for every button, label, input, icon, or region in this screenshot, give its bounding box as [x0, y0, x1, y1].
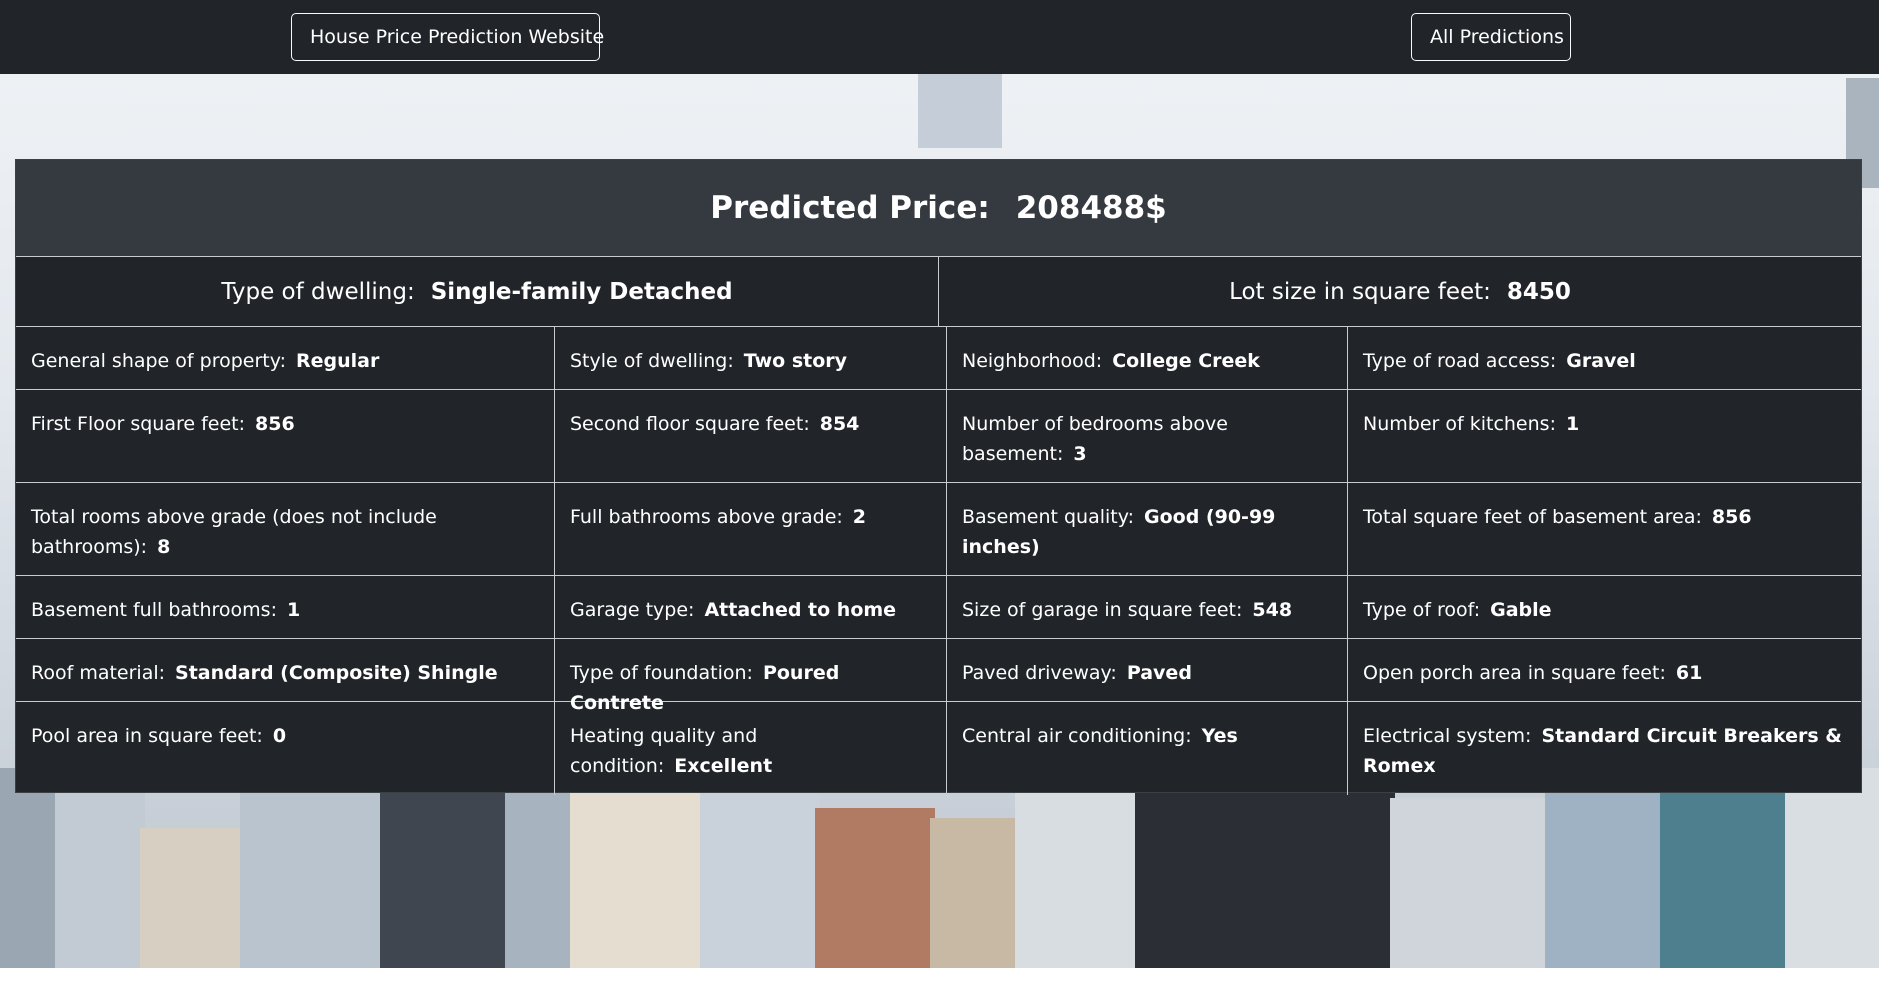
table-row: Basement full bathrooms: 1 Garage type: At…	[16, 576, 1861, 639]
feature-cell: Number of kitchens: 1	[1347, 390, 1861, 482]
summary-cell: Type of dwelling: Single-family Detached	[16, 257, 938, 326]
feature-label: Electrical system:	[1363, 725, 1532, 747]
feature-label: Paved driveway:	[962, 662, 1117, 684]
table-row: First Floor square feet: 856 Second floor…	[16, 390, 1861, 483]
summary-label: Type of dwelling:	[221, 278, 415, 305]
table-row: General shape of property: Regular Style …	[16, 327, 1861, 390]
feature-cell: Roof material: Standard (Composite) Shing…	[16, 639, 554, 701]
feature-cell: First Floor square feet: 856	[16, 390, 554, 482]
feature-value: 1	[286, 599, 301, 621]
feature-label: Roof material:	[31, 662, 166, 684]
feature-cell: General shape of property: Regular	[16, 327, 554, 389]
feature-label: Basement full bathrooms:	[31, 599, 277, 621]
summary-value: Single-family Detached	[430, 278, 733, 305]
feature-cell: Garage type: Attached to home	[554, 576, 946, 638]
feature-label: Full bathrooms above grade:	[570, 506, 843, 528]
feature-value: Two story	[743, 350, 848, 372]
feature-label: First Floor square feet:	[31, 413, 246, 435]
summary-row: Type of dwelling: Single-family Detached…	[16, 257, 1861, 327]
feature-value: 856	[255, 413, 295, 435]
feature-value: Excellent	[674, 755, 773, 777]
predicted-price-label: Predicted Price:	[710, 190, 990, 226]
feature-value: 854	[819, 413, 860, 435]
feature-value: 1	[1565, 413, 1580, 435]
feature-cell: Style of dwelling: Two story	[554, 327, 946, 389]
home-button[interactable]: House Price Prediction Website	[291, 13, 604, 61]
table-row: Pool area in square feet: 0 Heating quali…	[16, 702, 1861, 795]
feature-label: Neighborhood:	[962, 350, 1103, 372]
feature-value: Standard (Composite) Shingle	[175, 662, 498, 684]
feature-cell: Electrical system: Standard Circuit Break…	[1347, 702, 1861, 795]
feature-value: 2	[852, 506, 867, 528]
feature-label: Style of dwelling:	[570, 350, 734, 372]
feature-label: Number of bedrooms above basement:	[962, 413, 1228, 465]
feature-value: Yes	[1201, 725, 1238, 747]
feature-cell: Heating quality and condition: Excellent	[554, 702, 946, 795]
feature-value: Gravel	[1566, 350, 1636, 372]
table-row: Total rooms above grade (does not includ…	[16, 483, 1861, 576]
feature-label: Number of kitchens:	[1363, 413, 1556, 435]
feature-cell: Neighborhood: College Creek	[946, 327, 1347, 389]
predicted-price-value: 208488$	[1015, 190, 1167, 226]
feature-label: Type of road access:	[1363, 350, 1557, 372]
prediction-table: Predicted Price: 208488$ Type of dwellin…	[15, 159, 1862, 795]
feature-value: Attached to home	[704, 599, 897, 621]
feature-cell: Full bathrooms above grade: 2	[554, 483, 946, 575]
table-row: Roof material: Standard (Composite) Shing…	[16, 639, 1861, 714]
all-predictions-button[interactable]: All Predictions	[1411, 13, 1571, 61]
navbar: House Price Prediction Website All Predi…	[0, 0, 1879, 74]
feature-label: Garage type:	[570, 599, 695, 621]
feature-label: Total square feet of basement area:	[1363, 506, 1702, 528]
feature-cell: Paved driveway: Paved	[946, 639, 1347, 701]
feature-label: Central air conditioning:	[962, 725, 1192, 747]
feature-label: Total rooms above grade (does not includ…	[31, 506, 437, 558]
feature-cell: Basement quality: Good (90-99 inches)	[946, 483, 1347, 575]
feature-cell: Pool area in square feet: 0	[16, 702, 554, 795]
feature-grid: General shape of property: Regular Style …	[16, 327, 1861, 795]
feature-value: 8	[157, 536, 171, 558]
feature-label: General shape of property:	[31, 350, 286, 372]
feature-cell: Type of foundation: Poured Contrete	[554, 639, 946, 714]
feature-label: Basement quality:	[962, 506, 1135, 528]
feature-value: College Creek	[1112, 350, 1260, 372]
feature-cell: Type of roof: Gable	[1347, 576, 1861, 638]
feature-value: 61	[1675, 662, 1703, 684]
feature-value: Regular	[296, 350, 380, 372]
feature-value: Gable	[1490, 599, 1552, 621]
summary-cell: Lot size in square feet: 8450	[938, 257, 1861, 326]
feature-value: 0	[272, 725, 287, 747]
feature-label: Pool area in square feet:	[31, 725, 263, 747]
summary-value: 8450	[1506, 278, 1571, 305]
feature-cell: Central air conditioning: Yes	[946, 702, 1347, 795]
predicted-price-header: Predicted Price: 208488$	[16, 160, 1861, 257]
feature-value: 3	[1073, 443, 1087, 465]
feature-label: Open porch area in square feet:	[1363, 662, 1666, 684]
feature-cell: Size of garage in square feet: 548	[946, 576, 1347, 638]
feature-label: Type of foundation:	[570, 662, 753, 684]
feature-label: Size of garage in square feet:	[962, 599, 1243, 621]
feature-value: Paved	[1126, 662, 1192, 684]
feature-cell: Number of bedrooms above basement: 3	[946, 390, 1347, 482]
feature-value: 548	[1252, 599, 1293, 621]
summary-label: Lot size in square feet:	[1229, 278, 1491, 305]
feature-label: Type of roof:	[1363, 599, 1481, 621]
feature-cell: Type of road access: Gravel	[1347, 327, 1861, 389]
feature-cell: Total square feet of basement area: 856	[1347, 483, 1861, 575]
feature-cell: Total rooms above grade (does not includ…	[16, 483, 554, 575]
feature-value: 856	[1711, 506, 1752, 528]
page-bottom-margin	[0, 968, 1879, 1000]
feature-cell: Basement full bathrooms: 1	[16, 576, 554, 638]
feature-label: Second floor square feet:	[570, 413, 810, 435]
feature-cell: Second floor square feet: 854	[554, 390, 946, 482]
feature-cell: Open porch area in square feet: 61	[1347, 639, 1861, 701]
